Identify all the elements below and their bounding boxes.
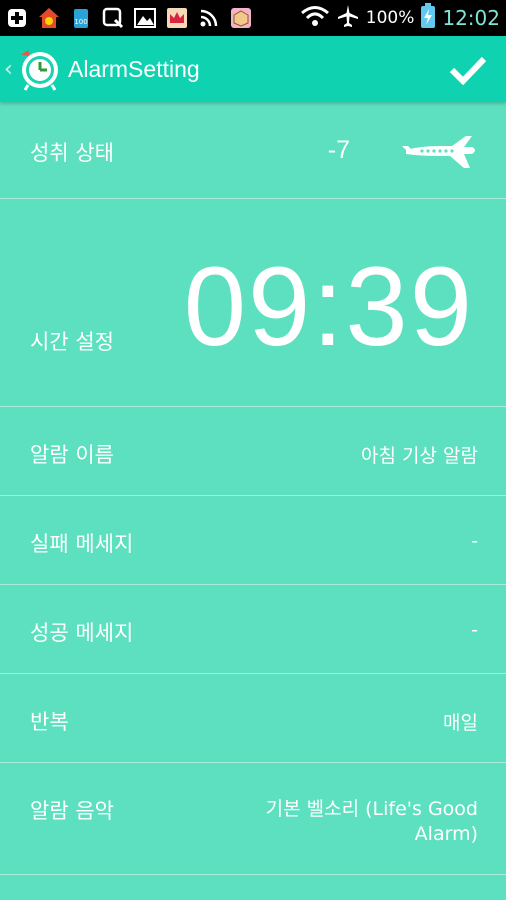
gallery-icon bbox=[134, 7, 156, 29]
achievement-status-value: -7 bbox=[327, 136, 350, 164]
settings-list: 성취 상태 -7 시간 설정 09:39 알람 이름 아침 기상 알람 실패 메… bbox=[0, 102, 506, 875]
search-app-icon bbox=[102, 7, 124, 29]
plus-icon bbox=[6, 7, 28, 29]
alarm-name-row[interactable]: 알람 이름 아침 기상 알람 bbox=[0, 407, 506, 496]
rss-icon bbox=[198, 7, 220, 29]
alarm-name-value: 아침 기상 알람 bbox=[361, 445, 478, 467]
success-message-value: - bbox=[471, 619, 478, 641]
fail-message-row[interactable]: 실패 메세지 - bbox=[0, 496, 506, 585]
system-icons: 100% 12:02 bbox=[300, 2, 500, 34]
alarm-music-value: 기본 벨소리 (Life's Good Alarm) bbox=[265, 798, 478, 845]
status-bar: 100 100% 12:02 bbox=[0, 0, 506, 36]
fail-message-label: 실패 메세지 bbox=[30, 532, 134, 556]
alarm-clock-logo-icon[interactable] bbox=[18, 47, 62, 91]
battery-percent: 100% bbox=[365, 8, 415, 28]
achievement-status-row[interactable]: 성취 상태 -7 bbox=[0, 102, 506, 199]
battery-badge-icon: 100 bbox=[70, 7, 92, 29]
badge-count: 100 bbox=[74, 18, 87, 26]
app-bar: ‹ AlarmSetting bbox=[0, 36, 506, 102]
app-title: AlarmSetting bbox=[68, 55, 200, 82]
success-message-row[interactable]: 성공 메세지 - bbox=[0, 585, 506, 674]
home-icon bbox=[38, 7, 60, 29]
time-setting-row[interactable]: 시간 설정 09:39 bbox=[0, 199, 506, 407]
repeat-value: 매일 bbox=[443, 712, 478, 734]
checkmark-icon bbox=[449, 56, 487, 85]
box-app-icon bbox=[230, 7, 252, 29]
airplane-mode-icon bbox=[336, 4, 360, 33]
time-setting-label: 시간 설정 bbox=[30, 330, 114, 354]
alarm-time-display[interactable]: 09:39 bbox=[184, 245, 474, 368]
battery-charging-icon bbox=[420, 2, 436, 34]
achievement-status-label: 성취 상태 bbox=[30, 141, 114, 165]
alarm-music-row[interactable]: 알람 음악 기본 벨소리 (Life's Good Alarm) bbox=[0, 763, 506, 875]
crown-app-icon bbox=[166, 7, 188, 29]
confirm-button[interactable] bbox=[448, 50, 488, 90]
clock: 12:02 bbox=[442, 6, 500, 30]
airplane-icon bbox=[402, 136, 475, 168]
success-message-label: 성공 메세지 bbox=[30, 621, 134, 645]
repeat-label: 반복 bbox=[30, 710, 69, 734]
back-chevron-icon[interactable]: ‹ bbox=[4, 57, 16, 82]
fail-message-value: - bbox=[471, 530, 478, 552]
alarm-music-label: 알람 음악 bbox=[30, 799, 114, 823]
repeat-row[interactable]: 반복 매일 bbox=[0, 674, 506, 763]
wifi-icon bbox=[300, 5, 330, 32]
alarm-name-label: 알람 이름 bbox=[30, 443, 114, 467]
notification-icons: 100 bbox=[6, 7, 252, 29]
